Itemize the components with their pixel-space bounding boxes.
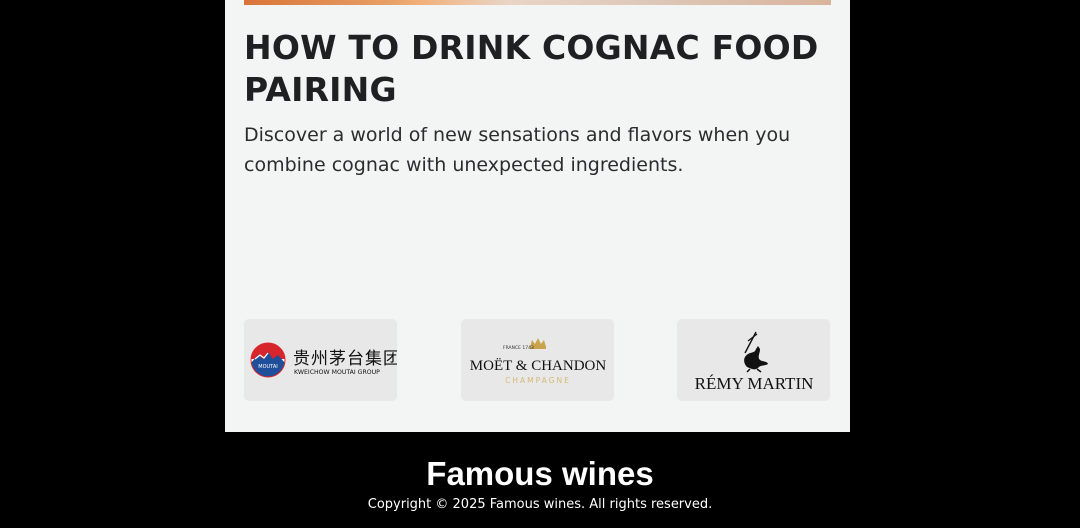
remy-martin-logo: RÉMY MARTIN <box>695 331 814 393</box>
moutai-logo-cn: 贵州茅台集团 <box>293 349 397 369</box>
site-footer: Famous wines Copyright © 2025 Famous win… <box>0 432 1080 528</box>
brand-logo-moutai[interactable]: MOUTAI 贵州茅台集团 KWEICHOW MOUTAI GROUP <box>244 319 397 401</box>
article-card: HOW TO DRINK COGNAC FOOD PAIRING Discove… <box>225 0 850 432</box>
brand-logo-moet-chandon[interactable]: FRANCE 1743 MOËT & CHANDON CHAMPAGNE <box>461 319 614 401</box>
moet-logo-main: MOËT & CHANDON <box>470 357 607 374</box>
article-title[interactable]: HOW TO DRINK COGNAC FOOD PAIRING <box>244 27 824 111</box>
svg-text:MOUTAI: MOUTAI <box>258 364 277 370</box>
moet-chandon-logo: FRANCE 1743 MOËT & CHANDON CHAMPAGNE <box>470 338 607 385</box>
moet-logo-top: FRANCE 1743 <box>503 345 534 351</box>
hero-image[interactable] <box>244 0 831 5</box>
brand-logo-remy-martin[interactable]: RÉMY MARTIN <box>677 319 830 401</box>
article-description: Discover a world of new sensations and f… <box>244 124 791 176</box>
moutai-logo-en: KWEICHOW MOUTAI GROUP <box>294 369 380 376</box>
centaur-icon <box>744 331 768 373</box>
footer-copyright: Copyright © 2025 Famous wines. All right… <box>367 497 713 512</box>
moet-logo-sub: CHAMPAGNE <box>505 376 571 385</box>
remy-logo-main: RÉMY MARTIN <box>695 374 814 393</box>
moutai-logo: MOUTAI 贵州茅台集团 KWEICHOW MOUTAI GROUP <box>250 342 397 378</box>
moutai-emblem-icon: MOUTAI <box>250 342 286 378</box>
footer-title: Famous wines <box>426 455 654 492</box>
